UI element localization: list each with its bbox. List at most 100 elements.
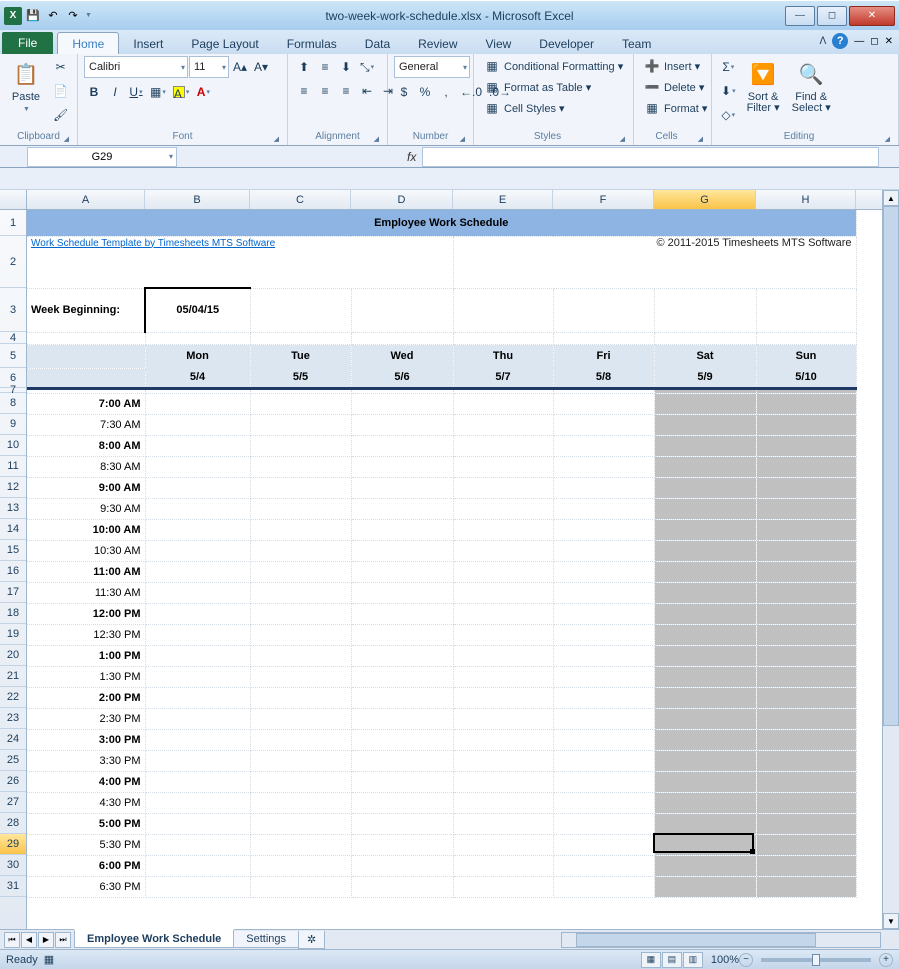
zoom-out-button[interactable]: − — [739, 953, 753, 967]
schedule-cell[interactable] — [351, 750, 453, 771]
help-icon[interactable]: ? — [832, 33, 848, 49]
schedule-cell[interactable] — [453, 645, 553, 666]
schedule-cell[interactable] — [654, 729, 756, 750]
schedule-cell[interactable] — [145, 771, 250, 792]
schedule-cell[interactable] — [453, 876, 553, 897]
schedule-cell[interactable] — [756, 876, 856, 897]
schedule-cell[interactable] — [553, 771, 654, 792]
day-header-sun[interactable]: Sun — [756, 344, 856, 368]
schedule-cell[interactable] — [756, 393, 856, 414]
select-all-button[interactable] — [0, 190, 27, 209]
font-color-button[interactable]: A▾ — [193, 81, 213, 103]
schedule-cell[interactable] — [145, 855, 250, 876]
schedule-cell[interactable] — [654, 855, 756, 876]
time-label-25[interactable]: 3:30 PM — [27, 750, 145, 771]
page-layout-view-button[interactable]: ▤ — [662, 952, 682, 968]
schedule-cell[interactable] — [756, 561, 856, 582]
time-label-28[interactable]: 5:00 PM — [27, 813, 145, 834]
schedule-cell[interactable] — [553, 876, 654, 897]
tab-developer[interactable]: Developer — [525, 33, 608, 54]
minimize-ribbon-icon[interactable]: ᐱ — [819, 36, 826, 47]
paste-button[interactable]: 📋 Paste▼ — [6, 56, 46, 117]
schedule-cell[interactable] — [453, 414, 553, 435]
conditional-formatting-button[interactable]: ▦Conditional Formatting ▾ — [480, 56, 627, 76]
fill-button[interactable]: ⬇ ▾ — [718, 80, 739, 102]
column-header-D[interactable]: D — [351, 190, 453, 209]
schedule-cell[interactable] — [553, 687, 654, 708]
row-header-4[interactable]: 4 — [0, 332, 26, 344]
row-header-23[interactable]: 23 — [0, 708, 26, 729]
schedule-cell[interactable] — [145, 561, 250, 582]
row-header-10[interactable]: 10 — [0, 435, 26, 456]
day-header-fri[interactable]: Fri — [553, 344, 654, 368]
time-label-16[interactable]: 11:00 AM — [27, 561, 145, 582]
sheet-title[interactable]: Employee Work Schedule — [27, 210, 856, 236]
schedule-cell[interactable] — [553, 624, 654, 645]
time-label-9[interactable]: 7:30 AM — [27, 414, 145, 435]
qat-customize-icon[interactable]: ▼ — [85, 12, 92, 19]
schedule-cell[interactable] — [351, 477, 453, 498]
schedule-cell[interactable] — [553, 645, 654, 666]
schedule-cell[interactable] — [453, 519, 553, 540]
schedule-cell[interactable] — [453, 771, 553, 792]
schedule-cell[interactable] — [351, 435, 453, 456]
clear-button[interactable]: ◇ ▾ — [718, 104, 739, 126]
schedule-cell[interactable] — [654, 414, 756, 435]
schedule-cell[interactable] — [756, 519, 856, 540]
schedule-cell[interactable] — [553, 855, 654, 876]
schedule-cell[interactable] — [654, 519, 756, 540]
schedule-cell[interactable] — [145, 708, 250, 729]
schedule-cell[interactable] — [453, 855, 553, 876]
time-label-27[interactable]: 4:30 PM — [27, 792, 145, 813]
delete-cells-button[interactable]: ➖Delete ▾ — [640, 77, 708, 97]
page-break-view-button[interactable]: ▥ — [683, 952, 703, 968]
template-link[interactable]: Work Schedule Template by Timesheets MTS… — [31, 238, 275, 249]
schedule-cell[interactable] — [553, 834, 654, 855]
orientation-button[interactable]: ⤡▾ — [357, 56, 377, 78]
row-header-13[interactable]: 13 — [0, 498, 26, 519]
schedule-cell[interactable] — [553, 561, 654, 582]
schedule-cell[interactable] — [351, 792, 453, 813]
schedule-cell[interactable] — [553, 435, 654, 456]
column-header-E[interactable]: E — [453, 190, 553, 209]
font-size-combo[interactable]: 11 — [189, 56, 229, 78]
schedule-cell[interactable] — [756, 498, 856, 519]
row-header-24[interactable]: 24 — [0, 729, 26, 750]
schedule-cell[interactable] — [145, 414, 250, 435]
schedule-cell[interactable] — [453, 582, 553, 603]
schedule-cell[interactable] — [553, 519, 654, 540]
schedule-cell[interactable] — [654, 624, 756, 645]
time-label-15[interactable]: 10:30 AM — [27, 540, 145, 561]
excel-icon[interactable]: X — [4, 7, 22, 25]
tab-nav-prev[interactable]: ◀ — [21, 932, 37, 948]
row-header-1[interactable]: 1 — [0, 210, 26, 236]
schedule-cell[interactable] — [756, 792, 856, 813]
schedule-cell[interactable] — [250, 561, 351, 582]
schedule-cell[interactable] — [250, 729, 351, 750]
schedule-cell[interactable] — [145, 792, 250, 813]
schedule-cell[interactable] — [553, 456, 654, 477]
schedule-cell[interactable] — [250, 855, 351, 876]
hscroll-thumb[interactable] — [576, 933, 816, 947]
underline-button[interactable]: U▾ — [126, 81, 146, 103]
vertical-scrollbar[interactable]: ▲ ▼ — [882, 190, 899, 929]
schedule-cell[interactable] — [654, 603, 756, 624]
autosum-button[interactable]: Σ ▾ — [718, 56, 739, 78]
row-header-28[interactable]: 28 — [0, 813, 26, 834]
schedule-cell[interactable] — [145, 498, 250, 519]
tab-page-layout[interactable]: Page Layout — [177, 33, 272, 54]
schedule-cell[interactable] — [250, 477, 351, 498]
schedule-cell[interactable] — [756, 582, 856, 603]
cells-area[interactable]: Employee Work Schedule Work Schedule Temp… — [27, 210, 899, 929]
cut-button[interactable]: ✂ — [50, 56, 71, 78]
schedule-cell[interactable] — [145, 624, 250, 645]
align-center-button[interactable]: ≡ — [315, 80, 335, 102]
schedule-cell[interactable] — [553, 603, 654, 624]
row-header-26[interactable]: 26 — [0, 771, 26, 792]
date-header-0[interactable]: 5/4 — [145, 368, 250, 388]
column-header-A[interactable]: A — [27, 190, 145, 209]
tab-review[interactable]: Review — [404, 33, 471, 54]
schedule-cell[interactable] — [351, 687, 453, 708]
align-left-button[interactable]: ≡ — [294, 80, 314, 102]
schedule-cell[interactable] — [453, 666, 553, 687]
